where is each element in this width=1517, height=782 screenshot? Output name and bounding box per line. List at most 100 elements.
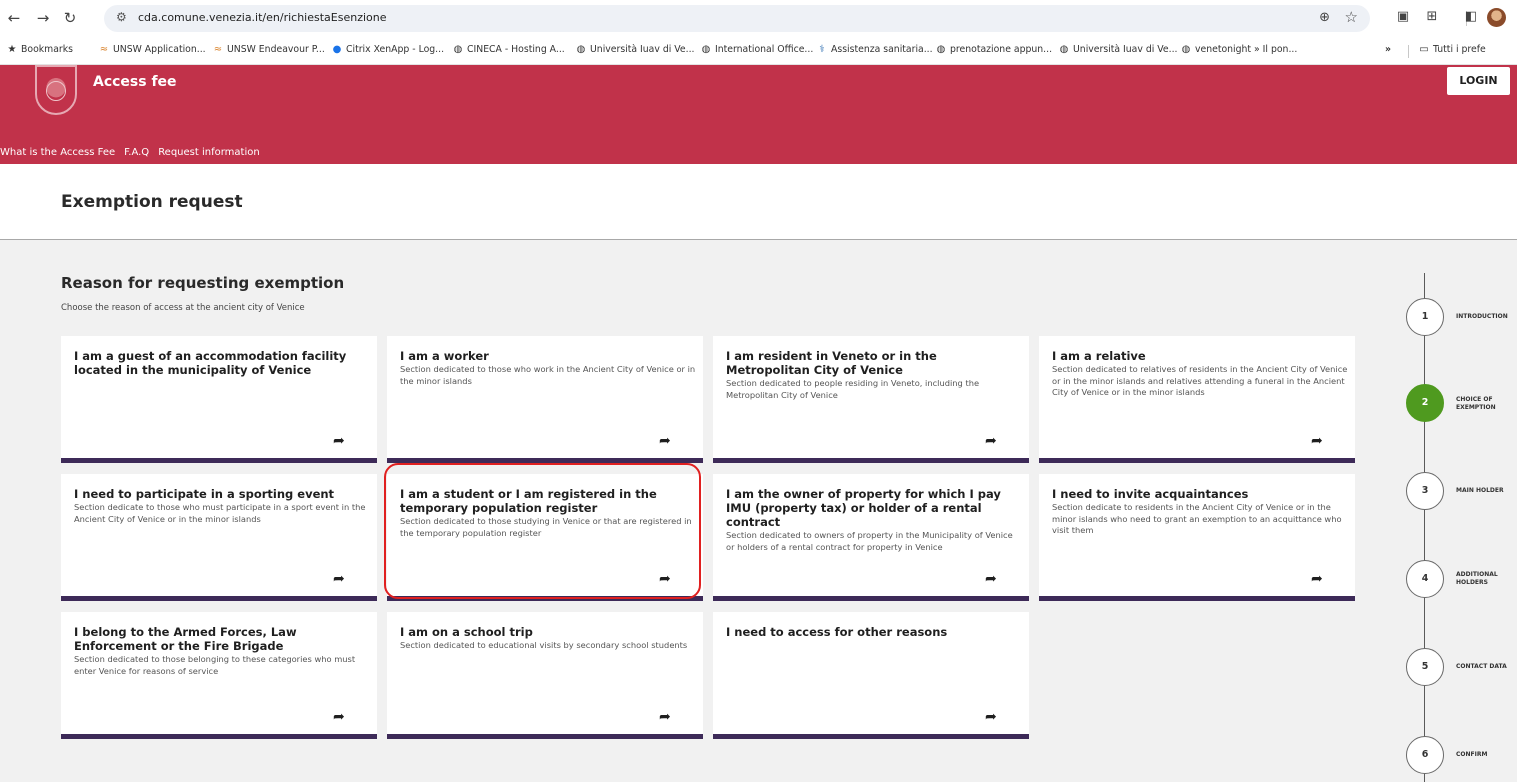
login-button[interactable]: LOGIN (1447, 67, 1510, 95)
puzzle-icon[interactable]: ⊞ (1423, 9, 1441, 24)
address-bar[interactable]: ⚙ cda.comune.venezia.it/en/richiestaEsen… (104, 5, 1370, 32)
bookmark-item[interactable]: ≈ UNSW Application... (98, 44, 206, 55)
card-title: I am on a school trip (400, 625, 533, 639)
exemption-card-veneto-resident[interactable]: I am resident in Veneto or in the Metrop… (713, 336, 1029, 463)
step-3-circle[interactable]: 3 (1406, 472, 1444, 510)
share-arrow-icon[interactable]: ➦ (333, 571, 345, 587)
side-panel-icon[interactable]: ◧ (1462, 9, 1480, 24)
site-header: Access fee LOGIN What is the Access Fee F… (0, 65, 1517, 164)
card-title: I am a guest of an accommodation facilit… (74, 349, 347, 377)
step-5-label: CONTACT DATA (1456, 663, 1507, 670)
bookmarks-divider (1408, 45, 1409, 58)
card-description: Section dedicated to owners of property … (726, 530, 1013, 552)
share-arrow-icon[interactable]: ➦ (1311, 433, 1323, 449)
card-description: Section dedicated to relatives of reside… (1052, 364, 1348, 397)
logo-emblem (46, 81, 66, 101)
step-1-circle[interactable]: 1 (1406, 298, 1444, 336)
exemption-card-armed-forces[interactable]: I belong to the Armed Forces, Law Enforc… (61, 612, 377, 739)
card-title: I am a worker (400, 349, 489, 363)
reload-icon[interactable]: ↻ (60, 9, 80, 27)
zoom-icon[interactable]: ⊕ (1319, 10, 1330, 25)
globe-icon: ◍ (1181, 44, 1191, 55)
globe-icon: ◍ (701, 44, 711, 55)
share-arrow-icon[interactable]: ➦ (659, 709, 671, 725)
nav-request-information[interactable]: Request information (158, 147, 260, 158)
share-arrow-icon[interactable]: ➦ (985, 433, 997, 449)
site-settings-icon[interactable]: ⚙ (116, 10, 127, 24)
bookmark-item[interactable]: ◍ International Office... (700, 44, 814, 55)
card-title: I am a relative (1052, 349, 1146, 363)
bookmark-item[interactable]: ● Citrix XenApp - Log... (331, 44, 444, 55)
all-bookmarks-folder[interactable]: ▭ Tutti i prefe (1418, 44, 1486, 55)
exemption-card-worker[interactable]: I am a worker Section dedicated to those … (387, 336, 703, 463)
site-title[interactable]: Access fee (93, 74, 177, 90)
card-title: I need to participate in a sporting even… (74, 487, 335, 501)
unsw-icon: ≈ (213, 44, 223, 55)
bookmark-item[interactable]: ◍ prenotazione appun... (935, 44, 1052, 55)
step-2-circle[interactable]: 2 (1406, 384, 1444, 422)
exemption-card-relative[interactable]: I am a relative Section dedicated to rela… (1039, 336, 1355, 463)
step-4-circle[interactable]: 4 (1406, 560, 1444, 598)
stepper-line (1424, 273, 1425, 782)
nav-faq[interactable]: F.A.Q (124, 147, 149, 158)
card-title: I belong to the Armed Forces, Law Enforc… (74, 625, 297, 653)
site-nav: What is the Access Fee F.A.Q Request infor… (0, 147, 269, 158)
folder-icon: ▭ (1419, 44, 1429, 55)
venice-crest-logo[interactable] (35, 65, 77, 115)
bookmark-item[interactable]: ⚕ Assistenza sanitaria... (816, 44, 932, 55)
page-title: Exemption request (61, 192, 243, 212)
card-description: Section dedicated to those who work in t… (400, 364, 696, 386)
exemption-card-property-owner[interactable]: I am the owner of property for which I p… (713, 474, 1029, 601)
section-subtitle: Choose the reason of access at the ancie… (61, 303, 305, 313)
exemption-card-accommodation-guest[interactable]: I am a guest of an accommodation facilit… (61, 336, 377, 463)
forward-icon[interactable]: → (33, 9, 53, 27)
card-description: Section dedicated to those belonging to … (74, 654, 356, 676)
bookmarks-bar: ★ Bookmarks ≈ UNSW Application... ≈ UNSW En… (0, 37, 1517, 65)
bookmark-star-icon[interactable]: ☆ (1345, 8, 1358, 26)
card-title: I am the owner of property for which I p… (726, 487, 1001, 529)
selection-highlight (384, 463, 701, 599)
back-icon[interactable]: ← (4, 9, 24, 27)
bookmark-item[interactable]: ◍ Università Iuav di Ve... (575, 44, 695, 55)
bookmark-item[interactable]: ◍ Università Iuav di Ve... (1058, 44, 1178, 55)
card-title: I am resident in Veneto or in the Metrop… (726, 349, 937, 377)
more-bookmarks-button[interactable]: » (1385, 44, 1391, 55)
card-description: Section dedicate to those who must parti… (74, 502, 366, 524)
browser-toolbar: ← → ↻ ⚙ cda.comune.venezia.it/en/richies… (0, 0, 1517, 37)
share-arrow-icon[interactable]: ➦ (985, 571, 997, 587)
card-description: Section dedicated to people residing in … (726, 378, 980, 400)
share-arrow-icon[interactable]: ➦ (1311, 571, 1323, 587)
step-6-label: CONFIRM (1456, 751, 1488, 758)
step-1-label: INTRODUCTION (1456, 313, 1508, 320)
card-description: Section dedicated to educational visits … (400, 640, 688, 650)
card-description: Section dedicate to residents in the Anc… (1052, 502, 1342, 535)
globe-icon: ◍ (1059, 44, 1069, 55)
step-5-circle[interactable]: 5 (1406, 648, 1444, 686)
share-arrow-icon[interactable]: ➦ (659, 433, 671, 449)
share-arrow-icon[interactable]: ➦ (985, 709, 997, 725)
title-band: Exemption request (0, 164, 1517, 240)
exemption-card-invite-acquaintances[interactable]: I need to invite acquaintances Section de… (1039, 474, 1355, 601)
step-6-circle[interactable]: 6 (1406, 736, 1444, 774)
card-title: I need to invite acquaintances (1052, 487, 1249, 501)
bookmark-item[interactable]: ◍ CINECA - Hosting A... (452, 44, 565, 55)
exemption-card-school-trip[interactable]: I am on a school trip Section dedicated t… (387, 612, 703, 739)
exemption-card-other-reasons[interactable]: I need to access for other reasons ➦ (713, 612, 1029, 739)
extension-icon[interactable]: ▣ (1394, 9, 1412, 24)
citrix-icon: ● (332, 44, 342, 55)
share-arrow-icon[interactable]: ➦ (333, 433, 345, 449)
section-title: Reason for requesting exemption (61, 274, 345, 292)
nav-what-is-access-fee[interactable]: What is the Access Fee (0, 147, 115, 158)
globe-icon: ◍ (453, 44, 463, 55)
share-arrow-icon[interactable]: ➦ (333, 709, 345, 725)
globe-icon: ◍ (576, 44, 586, 55)
globe-icon: ◍ (936, 44, 946, 55)
exemption-card-sporting-event[interactable]: I need to participate in a sporting even… (61, 474, 377, 601)
bookmark-item[interactable]: ◍ venetonight » Il pon... (1180, 44, 1298, 55)
star-icon: ★ (7, 44, 17, 55)
unsw-icon: ≈ (99, 44, 109, 55)
step-3-label: MAIN HOLDER (1456, 487, 1504, 494)
profile-avatar[interactable] (1487, 8, 1506, 27)
bookmark-item[interactable]: ≈ UNSW Endeavour P... (212, 44, 325, 55)
bookmark-item[interactable]: ★ Bookmarks (6, 44, 73, 55)
